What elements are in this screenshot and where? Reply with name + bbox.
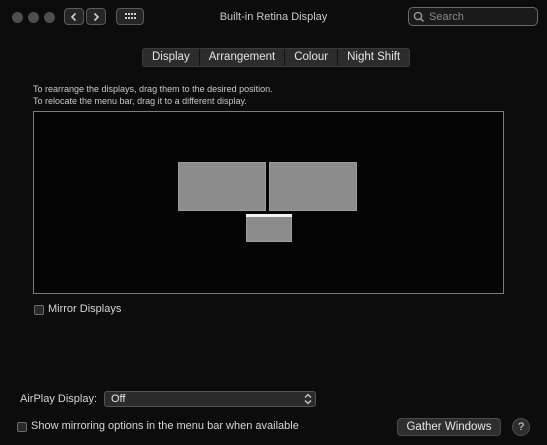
search-placeholder: Search	[429, 10, 464, 23]
tab-colour[interactable]: Colour	[285, 49, 339, 66]
mirror-displays-label: Mirror Displays	[48, 303, 122, 315]
search-field[interactable]: Search	[408, 7, 538, 26]
display-built-in[interactable]	[246, 214, 292, 242]
menu-bar-handle[interactable]	[246, 214, 292, 217]
help-button[interactable]: ?	[512, 418, 530, 436]
airplay-display-label: AirPlay Display:	[20, 393, 98, 405]
gather-windows-button[interactable]: Gather Windows	[397, 418, 501, 436]
display-right[interactable]	[269, 162, 357, 211]
show-mirroring-label: Show mirroring options in the menu bar w…	[31, 420, 299, 432]
up-down-chevron-icon	[304, 393, 312, 405]
tab-display[interactable]: Display	[143, 49, 200, 66]
tab-arrangement[interactable]: Arrangement	[199, 49, 286, 66]
mirror-displays-checkbox[interactable]	[34, 305, 44, 315]
arrangement-instruction-2: To relocate the menu bar, drag it to a d…	[33, 96, 247, 106]
airplay-display-value: Off	[111, 393, 126, 405]
tab-night-shift[interactable]: Night Shift	[338, 49, 409, 66]
arrangement-instruction-1: To rearrange the displays, drag them to …	[33, 84, 273, 94]
display-left[interactable]	[178, 162, 266, 211]
search-icon	[413, 11, 425, 22]
tab-bar: Display Arrangement Colour Night Shift	[142, 48, 411, 67]
show-mirroring-checkbox[interactable]	[17, 422, 27, 432]
airplay-display-select[interactable]: Off	[104, 391, 316, 407]
